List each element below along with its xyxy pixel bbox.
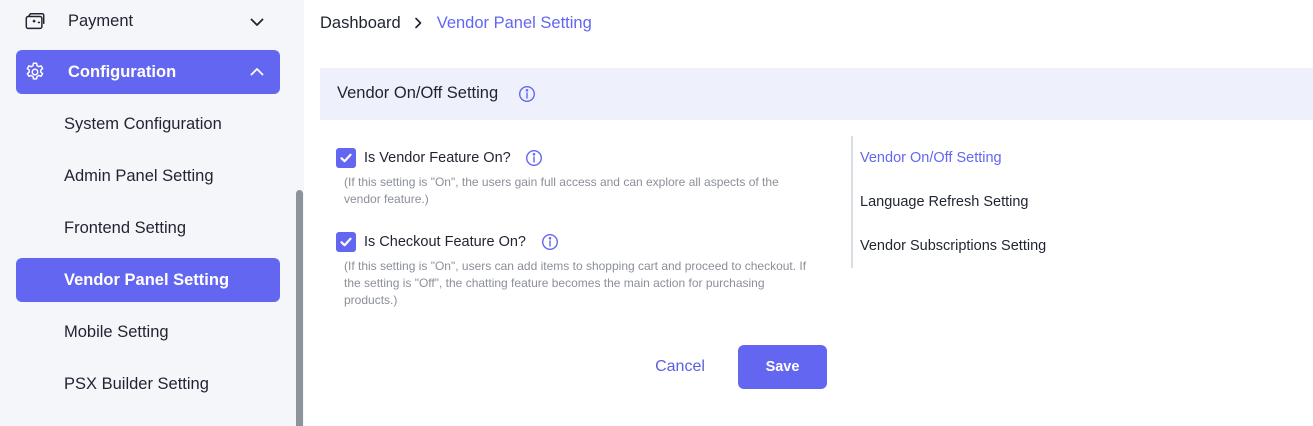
sidebar-item-mobile-setting[interactable]: Mobile Setting [16, 310, 280, 354]
sidebar-item-configuration[interactable]: Configuration [16, 50, 280, 94]
setting-checkout-feature: Is Checkout Feature On? (If this setting… [336, 232, 816, 312]
check-icon [340, 153, 352, 163]
sidebar-scrollbar[interactable] [296, 190, 303, 426]
anchor-vendor-on-off-setting[interactable]: Vendor On/Off Setting [860, 150, 1002, 166]
panel-header: Vendor On/Off Setting [320, 68, 1313, 120]
sidebar-item-vendor-panel-setting[interactable]: Vendor Panel Setting [16, 258, 280, 302]
sidebar-item-admin-panel-setting[interactable]: Admin Panel Setting [16, 154, 280, 198]
sidebar-item-psx-builder-setting[interactable]: PSX Builder Setting [16, 362, 280, 406]
panel-title: Vendor On/Off Setting [337, 84, 499, 102]
payment-icon [25, 13, 45, 30]
info-icon[interactable] [518, 85, 536, 103]
sidebar-item-label: System Configuration [64, 115, 222, 133]
anchor-language-refresh-setting[interactable]: Language Refresh Setting [860, 194, 1029, 210]
sidebar-item-label: Vendor Panel Setting [64, 271, 230, 289]
check-icon [340, 237, 352, 247]
sidebar-item-label: Frontend Setting [64, 219, 186, 237]
sidebar-item-label: Payment [68, 12, 134, 30]
vendor-feature-label[interactable]: Is Vendor Feature On? [364, 150, 511, 166]
gear-icon [26, 62, 44, 80]
vendor-feature-description: (If this setting is "On", the users gain… [344, 175, 779, 206]
sidebar-item-label: Admin Panel Setting [64, 167, 214, 185]
chevron-up-icon[interactable] [248, 63, 266, 81]
sidebar-item-label: PSX Builder Setting [64, 375, 209, 393]
sidebar-item-system-configuration[interactable]: System Configuration [16, 102, 280, 146]
checkout-feature-checkbox[interactable] [336, 232, 356, 252]
chevron-right-icon [414, 17, 422, 29]
sidebar-item-payment[interactable]: Payment [16, 0, 280, 44]
info-icon[interactable] [525, 149, 543, 167]
sidebar-item-label: Mobile Setting [64, 323, 169, 341]
anchor-vendor-subscriptions-setting[interactable]: Vendor Subscriptions Setting [860, 238, 1046, 254]
checkout-feature-label[interactable]: Is Checkout Feature On? [364, 234, 526, 250]
chevron-down-icon[interactable] [248, 13, 266, 31]
breadcrumb-current: Vendor Panel Setting [436, 13, 592, 32]
sidebar: Payment Configuration System Configurati… [0, 0, 304, 426]
sidebar-item-frontend-setting[interactable]: Frontend Setting [16, 206, 280, 250]
breadcrumb: Dashboard Vendor Panel Setting [320, 12, 592, 34]
cancel-button[interactable]: Cancel [640, 345, 720, 389]
save-button[interactable]: Save [738, 345, 827, 389]
checkout-feature-description: (If this setting is "On", users can add … [344, 259, 807, 307]
anchor-nav-divider [851, 136, 853, 268]
breadcrumb-dashboard-link[interactable]: Dashboard [320, 14, 401, 33]
vendor-feature-checkbox[interactable] [336, 148, 356, 168]
sidebar-item-label: Configuration [68, 63, 177, 81]
setting-vendor-feature: Is Vendor Feature On? (If this setting i… [336, 148, 816, 210]
info-icon[interactable] [541, 233, 559, 251]
